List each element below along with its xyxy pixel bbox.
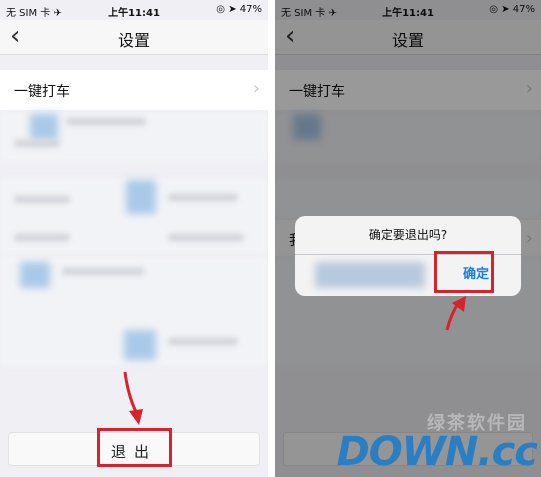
watermark-logo-text: DOWN.cc bbox=[336, 429, 538, 475]
red-arrow-icon bbox=[445, 296, 466, 331]
watermark-logo: DOWN.cc bbox=[336, 429, 538, 475]
settings-screen-confirm: 无 SIM 卡 ✈ 上午11:41 ◎ ➤ 47% ‹ 设置 一键打车 › 我 … bbox=[275, 0, 541, 477]
settings-screen-before: 无 SIM 卡 ✈ 上午11:41 ◎ ➤ 47% ‹ 设置 一键打车 › 退出 bbox=[0, 0, 268, 477]
red-arrow-icon bbox=[123, 371, 143, 425]
